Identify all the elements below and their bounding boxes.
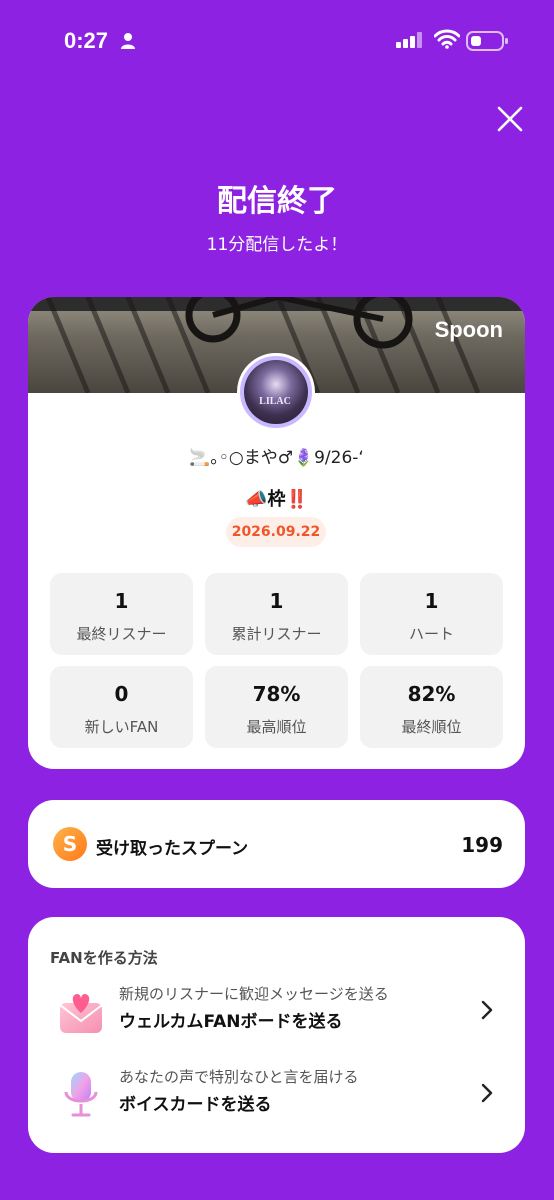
stat-value: 1 xyxy=(424,589,439,613)
stat-value: 78% xyxy=(252,682,301,706)
avatar-label: LILAC xyxy=(259,396,291,407)
spoons-received-card: S 受け取ったスプーン 199 xyxy=(28,800,525,888)
love-letter-icon xyxy=(59,994,103,1033)
stat-final-listeners: 1 最終リスナー xyxy=(50,573,193,655)
battery-icon xyxy=(466,31,508,51)
tip-subtext: 新規のリスナーに歓迎メッセージを送る xyxy=(119,985,389,1003)
person-icon xyxy=(121,33,135,49)
stat-label: ハート xyxy=(408,625,454,643)
live-title: 📣枠‼️ xyxy=(245,489,308,510)
tip-subtext: あなたの声で特別なひと言を届ける xyxy=(119,1068,359,1086)
stat-label: 新しいFAN xyxy=(84,718,159,736)
close-button[interactable] xyxy=(492,101,528,137)
page-title: 配信終了 xyxy=(217,184,337,219)
stat-label: 累計リスナー xyxy=(231,625,322,643)
stat-value: 82% xyxy=(407,682,456,706)
spoons-count: 199 xyxy=(461,833,503,857)
brand-logo: Spoon xyxy=(434,317,503,342)
stat-hearts: 1 ハート xyxy=(360,573,503,655)
page-subtitle: 11分配信したよ！ xyxy=(206,235,348,255)
close-icon xyxy=(497,106,523,132)
username: 🚬｡◦○まや♂🪻9/26-‘ xyxy=(189,448,364,468)
tip-title: ボイスカードを送る xyxy=(119,1095,272,1115)
stat-value: 1 xyxy=(114,589,129,613)
status-bar: 0:27 xyxy=(0,0,554,80)
avatar: LILAC xyxy=(237,353,315,431)
stat-label: 最終順位 xyxy=(401,718,462,736)
stat-value: 1 xyxy=(269,589,284,613)
spoons-label: 受け取ったスプーン xyxy=(96,839,249,859)
spoon-coin-icon: S xyxy=(53,827,87,861)
fan-tips-heading: FANを作る方法 xyxy=(50,949,158,967)
tip-title: ウェルカムFANボードを送る xyxy=(119,1012,343,1032)
cellular-signal-icon xyxy=(396,32,422,48)
stat-new-fans: 0 新しいFAN xyxy=(50,666,193,748)
voice-card-row[interactable]: あなたの声で特別なひと言を届ける ボイスカードを送る xyxy=(28,1060,525,1130)
microphone-icon xyxy=(64,1072,98,1117)
status-time: 0:27 xyxy=(64,28,109,53)
stat-value: 0 xyxy=(114,682,129,706)
chevron-right-icon xyxy=(481,1000,493,1020)
stat-total-listeners: 1 累計リスナー xyxy=(205,573,348,655)
date-badge: 2026.09.22 xyxy=(226,517,326,547)
chevron-right-icon xyxy=(481,1083,493,1103)
wifi-icon xyxy=(434,29,460,49)
stat-highest-rank: 78% 最高順位 xyxy=(205,666,348,748)
welcome-fan-board-row[interactable]: 新規のリスナーに歓迎メッセージを送る ウェルカムFANボードを送る xyxy=(28,977,525,1047)
fan-tips-card: FANを作る方法 新規のリスナーに歓迎メッセージを送る ウェルカムFANボードを… xyxy=(28,917,525,1153)
stat-label: 最終リスナー xyxy=(76,625,167,643)
stat-label: 最高順位 xyxy=(246,718,307,736)
stat-final-rank: 82% 最終順位 xyxy=(360,666,503,748)
live-summary-card: Spoon LILAC 🚬｡◦○まや♂🪻9/26-‘ 📣枠‼️ 2026.09.… xyxy=(28,297,525,769)
